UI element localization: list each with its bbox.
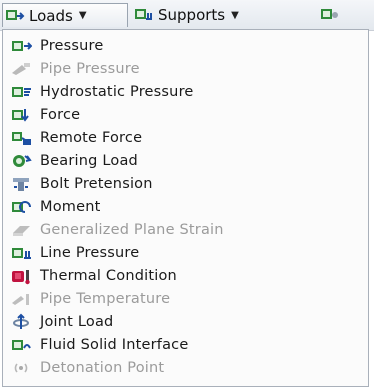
thermal-condition-icon [12, 270, 30, 285]
force-icon [12, 109, 29, 122]
moment-icon [12, 201, 31, 213]
menu-item-label: Hydrostatic Pressure [40, 84, 194, 100]
loads-dropdown-menu: Pressure Pipe Pressure Hydrostatic Press… [2, 29, 369, 387]
fluid-solid-interface-icon [12, 340, 31, 350]
menu-item-label: Bearing Load [40, 153, 138, 169]
menu-item-force[interactable]: Force [6, 104, 364, 126]
menu-item-generalized-plane-strain[interactable]: Generalized Plane Strain [6, 219, 364, 241]
chevron-down-icon: ▼ [78, 10, 87, 21]
hydrostatic-pressure-icon [12, 87, 31, 97]
menu-item-label: Pressure [40, 38, 104, 54]
loads-toolbar: Loads ▼ Supports ▼ [0, 0, 374, 31]
menu-item-label: Force [40, 107, 81, 123]
menu-item-pipe-temperature[interactable]: Pipe Temperature [6, 288, 364, 310]
menu-item-label: Pipe Temperature [40, 291, 171, 307]
detonation-point-icon [14, 363, 28, 373]
supports-menu-button[interactable]: Supports ▼ [132, 3, 308, 27]
menu-item-label: Line Pressure [40, 245, 140, 261]
menu-item-hydrostatic-pressure[interactable]: Hydrostatic Pressure [6, 81, 364, 103]
menu-item-label: Pipe Pressure [40, 61, 140, 77]
menu-item-line-pressure[interactable]: Line Pressure [6, 242, 364, 264]
pipe-pressure-icon [12, 63, 30, 75]
menu-item-detonation-point[interactable]: Detonation Point [6, 357, 364, 379]
pipe-temperature-icon [12, 294, 29, 305]
remote-force-icon [12, 132, 31, 145]
menu-item-label: Joint Load [40, 314, 114, 330]
menu-item-label: Bolt Pretension [40, 176, 153, 192]
menu-item-joint-load[interactable]: Joint Load [6, 311, 364, 333]
supports-icon [135, 9, 152, 20]
menu-item-label: Thermal Condition [40, 268, 177, 284]
menu-item-pipe-pressure[interactable]: Pipe Pressure [6, 58, 364, 80]
next-toolbar-button[interactable] [318, 3, 374, 27]
menu-item-remote-force[interactable]: Remote Force [6, 127, 364, 149]
joint-load-icon [13, 313, 29, 329]
menu-item-moment[interactable]: Moment [6, 196, 364, 218]
generalized-plane-strain-icon [13, 226, 30, 236]
loads-menu-button[interactable]: Loads ▼ [2, 3, 128, 27]
loads-menu-label: Loads [29, 6, 73, 25]
chevron-down-icon: ▼ [231, 9, 239, 21]
menu-item-label: Moment [40, 199, 101, 215]
menu-item-pressure[interactable]: Pressure [6, 35, 364, 57]
menu-item-thermal-condition[interactable]: Thermal Condition [6, 265, 364, 287]
menu-item-bolt-pretension[interactable]: Bolt Pretension [6, 173, 364, 195]
menu-item-bearing-load[interactable]: Bearing Load [6, 150, 364, 172]
bearing-load-icon [13, 155, 32, 167]
menu-item-label: Fluid Solid Interface [40, 337, 189, 353]
conditions-icon [321, 9, 338, 19]
menu-item-label: Remote Force [40, 130, 143, 146]
line-pressure-icon [12, 248, 31, 259]
menu-item-label: Generalized Plane Strain [40, 222, 224, 238]
loads-icon [6, 9, 25, 20]
pressure-icon [12, 41, 32, 51]
bolt-pretension-icon [13, 178, 29, 191]
menu-item-label: Detonation Point [40, 360, 165, 376]
menu-item-fluid-solid-interface[interactable]: Fluid Solid Interface [6, 334, 364, 356]
supports-menu-label: Supports [158, 6, 226, 24]
